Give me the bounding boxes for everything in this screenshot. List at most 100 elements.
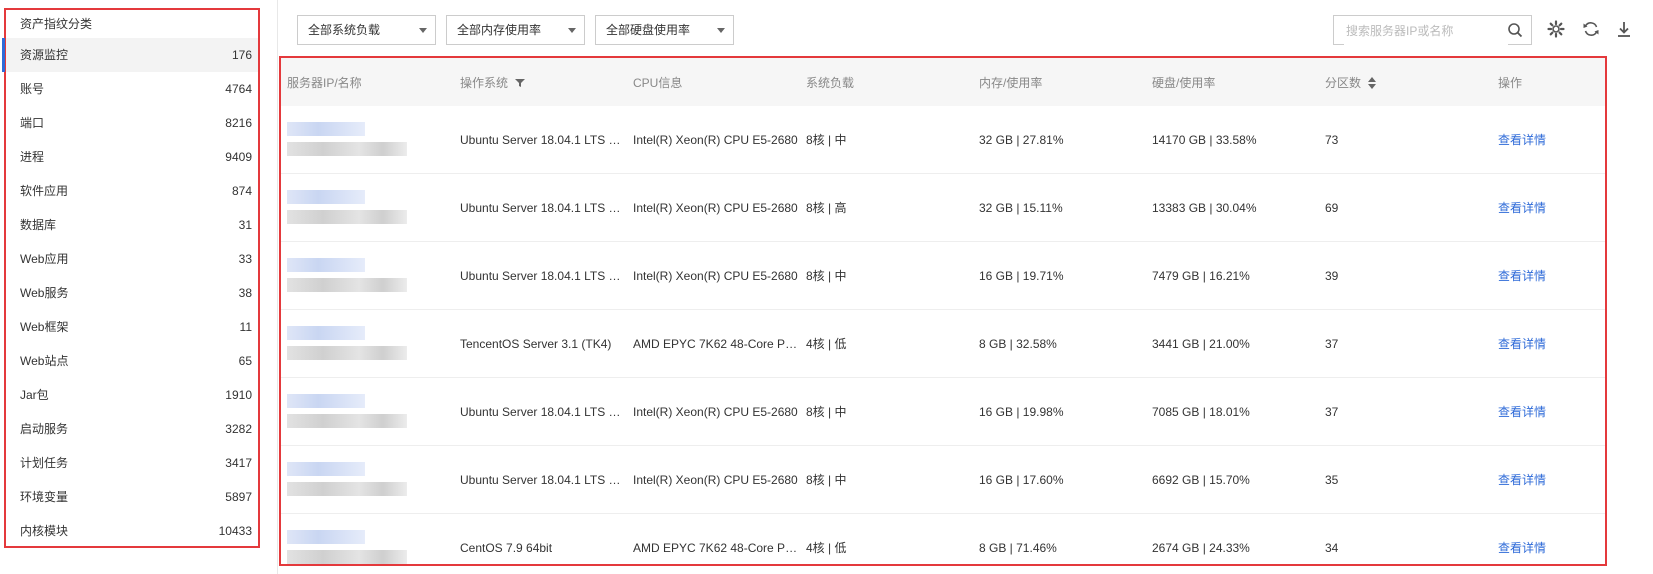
actions-cell: 查看详情 (1492, 513, 1605, 564)
search-input[interactable] (1344, 17, 1508, 45)
sidebar-item[interactable]: 内核模块 10433 (6, 514, 258, 548)
cpu-cell: Intel(R) Xeon(R) CPU E5-2680 (627, 241, 800, 310)
gear-icon[interactable] (1546, 19, 1566, 39)
actions-cell: 查看详情 (1492, 106, 1605, 174)
view-details-link[interactable]: 查看详情 (1498, 337, 1546, 351)
sidebar-list: 资源监控 176 账号 4764 端口 8216 进程 9409 软件应用 874 数据库 31 Web… (2, 38, 258, 548)
col-header-actions: 操作 (1492, 58, 1605, 106)
sidebar-item[interactable]: 启动服务 3282 (6, 412, 258, 446)
col-header-label: 分区数 (1325, 75, 1362, 90)
sidebar-item-count: 65 (238, 354, 252, 368)
sidebar-item-count: 4764 (225, 82, 252, 96)
sidebar-item-count: 3282 (225, 422, 252, 436)
sidebar-item[interactable]: 软件应用 874 (6, 174, 258, 208)
sidebar-item-count: 11 (239, 320, 252, 334)
server-name-cell (281, 377, 454, 446)
disk-filter-select[interactable]: 全部硬盘使用率 (595, 15, 734, 45)
filter-icon[interactable] (515, 78, 526, 88)
server-name-cell (281, 173, 454, 242)
col-header-os[interactable]: 操作系统 (454, 58, 627, 106)
col-header-partitions[interactable]: 分区数 (1319, 58, 1492, 106)
redacted-server-name (287, 528, 417, 565)
sidebar-item-label: 计划任务 (20, 456, 69, 470)
cpu-cell: Intel(R) Xeon(R) CPU E5-2680 (627, 106, 800, 174)
sidebar-item-label: 数据库 (20, 218, 57, 232)
disk-cell: 7479 GB | 16.21% (1146, 241, 1319, 310)
search-icon[interactable] (1507, 22, 1523, 38)
sidebar-item-label: 资源监控 (20, 48, 69, 62)
table-row: Ubuntu Server 18.04.1 LTS 64bit Intel(R) … (281, 377, 1605, 446)
table-row: Ubuntu Server 18.04.1 LTS 64bit Intel(R) … (281, 106, 1605, 174)
actions-cell: 查看详情 (1492, 241, 1605, 310)
server-name-cell (281, 445, 454, 514)
redacted-server-name (287, 324, 417, 364)
sort-icon[interactable] (1368, 77, 1377, 90)
col-header-label: 系统负载 (806, 75, 855, 90)
sidebar-item[interactable]: Web应用 33 (6, 242, 258, 276)
chevron-down-icon (568, 28, 576, 33)
sidebar-item[interactable]: 数据库 31 (6, 208, 258, 242)
os-cell: Ubuntu Server 18.04.1 LTS 64bit (454, 241, 627, 310)
col-header-label: 操作 (1498, 75, 1523, 90)
sidebar-item-label: Web服务 (20, 286, 69, 300)
memory-filter-select[interactable]: 全部内存使用率 (446, 15, 585, 45)
server-table-container: 服务器IP/名称 操作系统 CPU信息 系统负载 内存/使用率 硬盘/使用率 分… (279, 56, 1607, 566)
sidebar-item[interactable]: Web框架 11 (6, 310, 258, 344)
sidebar-item-count: 5897 (225, 490, 252, 504)
asset-category-sidebar: 资产指纹分类 资源监控 176 账号 4764 端口 8216 进程 9409 软件应用 874 数… (2, 8, 260, 548)
load-cell: 8核 | 高 (800, 173, 973, 242)
memory-cell: 32 GB | 27.81% (973, 106, 1146, 174)
sidebar-item-label: Web框架 (20, 320, 69, 334)
sidebar-item-label: 端口 (20, 116, 45, 130)
cpu-cell: Intel(R) Xeon(R) CPU E5-2680 (627, 377, 800, 446)
view-details-link[interactable]: 查看详情 (1498, 473, 1546, 487)
sidebar-item-count: 1910 (225, 388, 252, 402)
sidebar-item[interactable]: Web服务 38 (6, 276, 258, 310)
redacted-server-name (287, 392, 417, 432)
view-details-link[interactable]: 查看详情 (1498, 201, 1546, 215)
cpu-cell: Intel(R) Xeon(R) CPU E5-2680 (627, 445, 800, 514)
load-cell: 4核 | 低 (800, 513, 973, 564)
redacted-server-name (287, 120, 417, 160)
actions-cell: 查看详情 (1492, 377, 1605, 446)
sidebar-item[interactable]: 账号 4764 (6, 72, 258, 106)
col-header-label: CPU信息 (633, 75, 683, 90)
view-details-link[interactable]: 查看详情 (1498, 541, 1546, 555)
server-name-cell (281, 513, 454, 565)
view-details-link[interactable]: 查看详情 (1498, 133, 1546, 147)
col-header-label: 服务器IP/名称 (287, 75, 362, 90)
memory-cell: 16 GB | 17.60% (973, 445, 1146, 514)
load-cell: 8核 | 中 (800, 377, 973, 446)
partitions-cell: 39 (1319, 241, 1492, 310)
actions-cell: 查看详情 (1492, 309, 1605, 378)
sidebar-item-label: 环境变量 (20, 490, 69, 504)
os-cell: Ubuntu Server 18.04.1 LTS 64bit (454, 106, 627, 174)
refresh-icon[interactable] (1581, 19, 1601, 39)
view-details-link[interactable]: 查看详情 (1498, 405, 1546, 419)
disk-filter-label: 全部硬盘使用率 (606, 23, 691, 37)
disk-cell: 14170 GB | 33.58% (1146, 106, 1319, 174)
actions-cell: 查看详情 (1492, 445, 1605, 514)
sidebar-item[interactable]: 端口 8216 (6, 106, 258, 140)
sidebar-item[interactable]: 计划任务 3417 (6, 446, 258, 480)
col-header-label: 内存/使用率 (979, 75, 1043, 90)
memory-cell: 16 GB | 19.71% (973, 241, 1146, 310)
sidebar-item[interactable]: Web站点 65 (6, 344, 258, 378)
table-row: Ubuntu Server 18.04.1 LTS 64bit Intel(R) … (281, 445, 1605, 514)
sidebar-item-label: 内核模块 (20, 524, 69, 538)
os-cell: TencentOS Server 3.1 (TK4) (454, 309, 627, 378)
server-name-cell (281, 241, 454, 310)
view-details-link[interactable]: 查看详情 (1498, 269, 1546, 283)
sidebar-item[interactable]: 环境变量 5897 (6, 480, 258, 514)
sidebar-item-count: 31 (238, 218, 252, 232)
sidebar-item[interactable]: 资源监控 176 (2, 38, 258, 72)
divider (277, 0, 278, 574)
server-table: 服务器IP/名称 操作系统 CPU信息 系统负载 内存/使用率 硬盘/使用率 分… (281, 58, 1605, 565)
server-name-cell (281, 309, 454, 378)
redacted-server-name (287, 188, 417, 228)
load-filter-select[interactable]: 全部系统负载 (297, 15, 436, 45)
sidebar-item[interactable]: 进程 9409 (6, 140, 258, 174)
sidebar-title: 资产指纹分类 (20, 17, 93, 31)
download-icon[interactable] (1614, 19, 1634, 39)
sidebar-item[interactable]: Jar包 1910 (6, 378, 258, 412)
